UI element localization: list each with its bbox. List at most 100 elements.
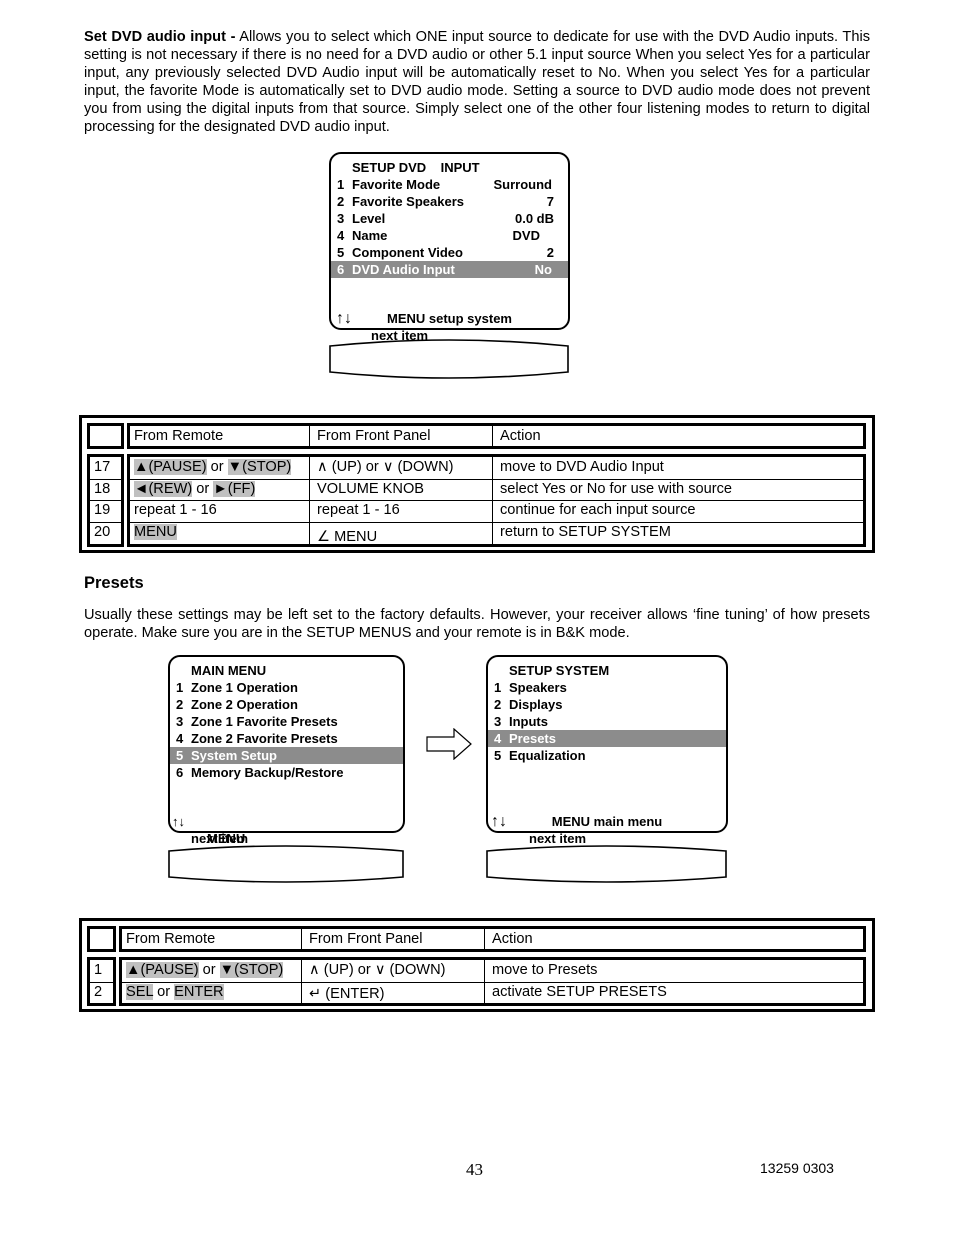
presets-paragraph: Usually these settings may be left set t… — [84, 607, 870, 641]
item-number: 1 — [337, 177, 345, 192]
item-number: 1 — [176, 680, 184, 695]
remote-key: ENTER — [174, 983, 224, 1000]
steps-table-dvd-audio: From Remote From Front Panel Action 17 18… — [79, 415, 875, 553]
osd-menu-item[interactable]: 1 Speakers — [488, 679, 726, 696]
item-number: 5 — [494, 748, 502, 763]
item-label: DVD Audio Input — [352, 262, 455, 277]
action-cell: return to SETUP SYSTEM — [500, 523, 671, 540]
item-label: Memory Backup/Restore — [191, 765, 344, 780]
item-number: 3 — [494, 714, 502, 729]
remote-key: ▼(STOP) — [219, 962, 284, 978]
osd-setup-dvd-input: SETUP DVD INPUT 1 Favorite Mode Surround 2 F… — [329, 152, 570, 376]
step-column: 17 18 19 20 — [87, 454, 124, 547]
right-arrow-icon — [426, 728, 472, 760]
item-label: Presets — [509, 731, 556, 746]
item-label: Zone 1 Favorite Presets — [191, 714, 338, 729]
item-value: DVD — [512, 228, 540, 243]
header-from-remote: From Remote — [126, 931, 216, 947]
osd-menu-item[interactable]: 1 Favorite Mode Surround — [331, 176, 568, 193]
item-value: 7 — [546, 194, 554, 209]
item-value: 0.0 dB — [514, 211, 554, 226]
item-value: Surround — [493, 177, 553, 192]
remote-text: or — [192, 480, 214, 497]
osd-menu-item[interactable]: 4 Zone 2 Favorite Presets — [170, 730, 403, 747]
item-label: System Setup — [191, 748, 277, 763]
front-panel-cell: VOLUME KNOB — [317, 480, 425, 497]
step-number: 20 — [94, 523, 111, 540]
osd-nav-row: ↑↓ next item SEL select — [170, 796, 403, 863]
item-number: 2 — [494, 697, 502, 712]
osd-title: SETUP SYSTEM — [509, 663, 610, 678]
step-column: 12 — [87, 957, 116, 1006]
remote-text: or — [198, 962, 220, 978]
document-id: 13259 0303 — [760, 1160, 834, 1176]
step-number: 1 — [94, 962, 103, 978]
from-remote-cell: MENU — [134, 523, 177, 541]
front-panel-cell: ∧ (UP) or ∨ (DOWN) — [317, 459, 454, 475]
header-from-remote: From Remote — [134, 428, 224, 444]
osd-menu-item-selected[interactable]: 6 DVD Audio Input No — [331, 261, 568, 278]
step-number: 2 — [94, 983, 103, 1000]
header-step-cell — [87, 926, 116, 952]
remote-text: repeat 1 - 16 — [134, 502, 217, 518]
item-number: 4 — [176, 731, 184, 746]
item-number: 2 — [176, 697, 184, 712]
osd-footer: MENU exit menu system — [207, 831, 373, 863]
osd-nav-row: ↑↓ next item adjust ←→ — [331, 293, 568, 376]
item-label: Zone 1 Operation — [191, 680, 298, 695]
item-value: No — [534, 262, 552, 277]
from-remote-cell: SEL or ENTER — [126, 983, 224, 1001]
osd-menu-item[interactable]: 4 Name DVD — [331, 227, 568, 244]
remote-key: ▼(STOP) — [227, 459, 292, 475]
from-remote-cell: repeat 1 - 16 — [134, 501, 217, 519]
remote-key: ▲(PAUSE) — [126, 962, 199, 978]
osd-menu-item[interactable]: 6 Memory Backup/Restore — [170, 764, 403, 781]
intro-lead: Set DVD audio input - — [84, 29, 236, 45]
osd-menu-item-selected[interactable]: 4 Presets — [488, 730, 726, 747]
front-panel-display — [486, 845, 727, 883]
front-panel-cell: ∠ MENU — [317, 528, 378, 545]
action-cell: continue for each input source — [500, 502, 696, 518]
osd-menu-item[interactable]: 5 Component Video 2 — [331, 244, 568, 261]
item-number: 5 — [337, 245, 345, 260]
table-body: ▲(PAUSE) or ▼(STOP) ∧ (UP) or ∨ (DOWN) mov… — [119, 957, 866, 1006]
osd-title: SETUP DVD INPUT — [352, 160, 480, 175]
header-action: Action — [500, 428, 541, 444]
osd-menu-item[interactable]: 3 Zone 1 Favorite Presets — [170, 713, 403, 730]
osd-menu-item[interactable]: 3 Level 0.0 dB — [331, 210, 568, 227]
item-number: 1 — [494, 680, 502, 695]
steps-table-presets: From Remote From Front Panel Action 12 ▲… — [79, 918, 875, 1012]
item-label: Name — [352, 228, 388, 243]
item-label: Favorite Speakers — [352, 194, 465, 209]
osd-menu-item[interactable]: 1 Zone 1 Operation — [170, 679, 403, 696]
osd-menu-item[interactable]: 3 Inputs — [488, 713, 726, 730]
item-number: 3 — [176, 714, 184, 729]
remote-key: ◄(REW) — [134, 480, 193, 497]
item-label: Zone 2 Operation — [191, 697, 298, 712]
header-row: From Remote From Front Panel Action — [127, 423, 866, 449]
osd-nav-row: ↑↓ next item SEL select — [488, 796, 726, 863]
osd-menu-item[interactable]: 2 Displays — [488, 696, 726, 713]
header-step-cell — [87, 423, 124, 449]
osd-menu-item[interactable]: 2 Zone 2 Operation — [170, 696, 403, 713]
osd-footer: MENU setup system — [387, 311, 512, 326]
front-panel-cell: ↵ (ENTER) — [309, 985, 385, 1002]
item-number: 2 — [337, 194, 345, 209]
osd-menu-item-selected[interactable]: 5 System Setup — [170, 747, 403, 764]
step-number: 19 — [94, 502, 111, 518]
from-remote-cell: ▲(PAUSE) or ▼(STOP) — [126, 961, 284, 979]
header-from-front-panel: From Front Panel — [309, 931, 423, 947]
osd-menu-item[interactable]: 5 Equalization — [488, 747, 726, 764]
item-label: Displays — [509, 697, 563, 712]
action-cell: move to DVD Audio Input — [500, 459, 664, 475]
action-cell: select Yes or No for use with source — [500, 480, 732, 497]
osd-menu-item[interactable]: 2 Favorite Speakers 7 — [331, 193, 568, 210]
remote-key: SEL — [126, 983, 154, 1000]
page-number: 43 — [466, 1160, 483, 1179]
osd-main-menu: MAIN MENU 1 Zone 1 Operation 2 Zone 2 Opera… — [168, 655, 405, 863]
item-number: 6 — [176, 765, 184, 780]
header-row: From Remote From Front Panel Action — [119, 926, 866, 952]
remote-text: or — [153, 983, 175, 1000]
item-label: Speakers — [509, 680, 567, 695]
front-panel-display — [168, 845, 404, 883]
